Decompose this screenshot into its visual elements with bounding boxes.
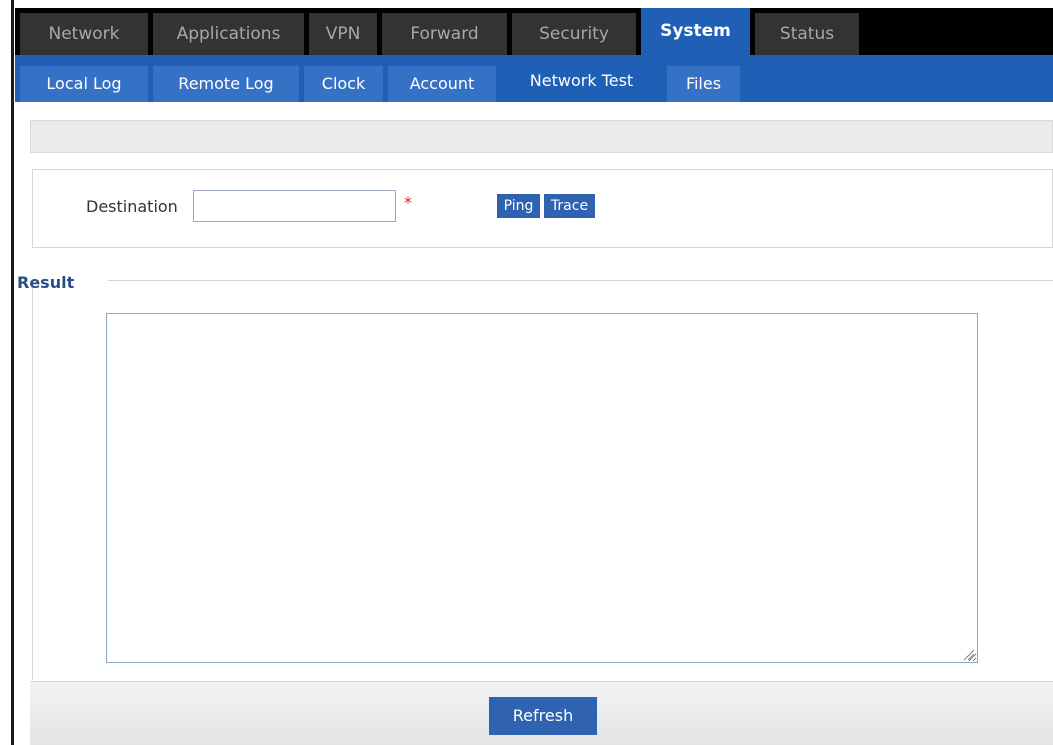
resize-grip-icon[interactable] <box>962 648 975 661</box>
tab-status[interactable]: Status <box>755 13 859 55</box>
page: Network Applications VPN Forward Securit… <box>0 0 1053 745</box>
tab-system[interactable]: System <box>641 8 750 55</box>
subtab-local-log[interactable]: Local Log <box>20 66 148 102</box>
left-edge-border <box>0 0 14 745</box>
top-navigation: Network Applications VPN Forward Securit… <box>15 8 1053 55</box>
subtab-clock[interactable]: Clock <box>304 66 383 102</box>
tab-network[interactable]: Network <box>20 13 148 55</box>
tab-security[interactable]: Security <box>512 13 636 55</box>
subtab-account[interactable]: Account <box>388 66 496 102</box>
result-legend: Result <box>17 273 75 292</box>
ping-button[interactable]: Ping <box>497 194 540 218</box>
result-divider <box>108 280 1053 281</box>
trace-button[interactable]: Trace <box>544 194 595 218</box>
tab-applications[interactable]: Applications <box>153 13 304 55</box>
result-textarea[interactable] <box>106 313 978 663</box>
sub-navigation: Local Log Remote Log Clock Account Netwo… <box>15 55 1053 102</box>
tab-vpn[interactable]: VPN <box>309 13 377 55</box>
subtab-remote-log[interactable]: Remote Log <box>153 66 299 102</box>
destination-label: Destination <box>86 197 178 216</box>
refresh-button[interactable]: Refresh <box>489 697 597 735</box>
subtab-files[interactable]: Files <box>667 66 740 102</box>
destination-panel <box>32 169 1053 248</box>
destination-input[interactable] <box>193 190 396 222</box>
required-mark: * <box>404 193 412 212</box>
subtab-network-test[interactable]: Network Test <box>501 60 662 102</box>
tab-forward[interactable]: Forward <box>382 13 507 55</box>
info-bar <box>30 120 1053 153</box>
